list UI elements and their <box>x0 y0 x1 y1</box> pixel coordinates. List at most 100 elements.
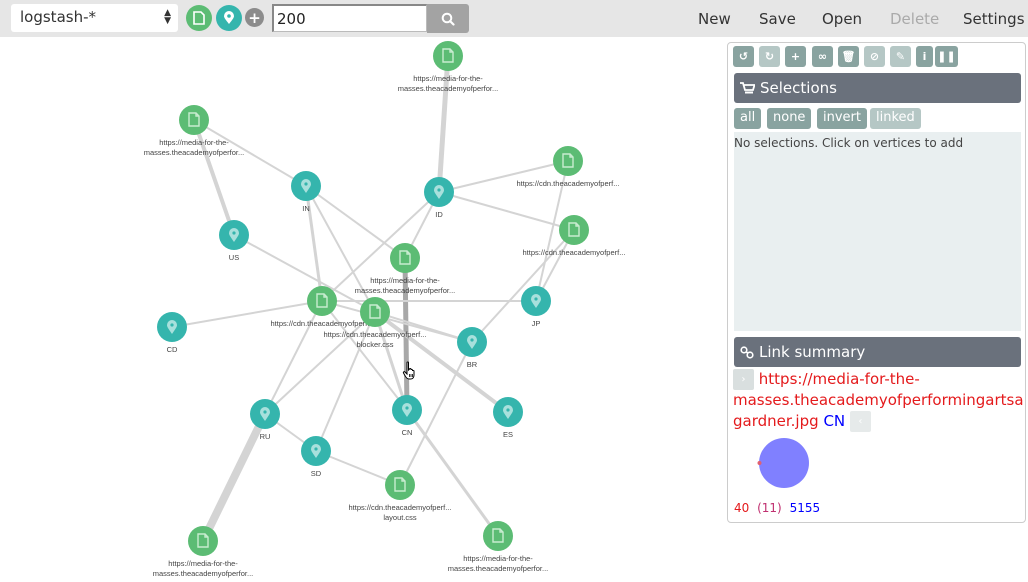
link-icon <box>740 345 754 359</box>
document-node[interactable]: https://media-for-the-masses.theacademyo… <box>448 521 548 573</box>
node-label: ES <box>503 430 513 439</box>
new-button[interactable]: New <box>698 10 731 28</box>
info-icon: i <box>922 50 927 63</box>
info-button[interactable]: i <box>916 46 933 67</box>
node-label: SD <box>311 469 322 478</box>
location-node[interactable]: CN <box>392 395 422 437</box>
settings-button[interactable]: Settings <box>963 10 1025 28</box>
node-circle[interactable] <box>179 105 209 135</box>
marker-dot <box>534 297 538 301</box>
link-button[interactable]: ∞ <box>812 46 833 67</box>
node-label-line2: masses.theacademyofperfor... <box>355 286 455 295</box>
location-node[interactable]: JP <box>521 286 551 328</box>
location-node[interactable]: CD <box>157 312 187 354</box>
graph-edge[interactable] <box>405 409 500 537</box>
side-panel: ↺ ↻ + ∞ 🗑 ⊘ ✎ i ❚❚ Selections all none invert li… <box>727 42 1026 523</box>
link-icon: ∞ <box>817 50 828 63</box>
node-circle[interactable] <box>483 521 513 551</box>
delete-button[interactable]: Delete <box>890 10 939 28</box>
select-target-button[interactable]: ‹ <box>849 411 871 432</box>
node-label: https://cdn.theacademyofperf... <box>324 330 427 339</box>
selections-title: Selections <box>760 79 837 97</box>
expand-button[interactable]: + <box>785 46 806 67</box>
graph-edge[interactable] <box>471 229 575 343</box>
shopping-cart-icon <box>740 81 755 93</box>
location-node[interactable]: US <box>219 220 249 262</box>
block-button[interactable]: ⊘ <box>864 46 885 67</box>
search-icon <box>441 12 455 26</box>
link-source-line1: https://media-for-the- <box>758 370 920 388</box>
graph-edge[interactable] <box>264 300 323 415</box>
index-pattern-select[interactable]: logstash-* ▲ ▼ <box>11 4 178 32</box>
search-input[interactable] <box>272 4 427 32</box>
trash-button[interactable]: 🗑 <box>838 46 859 67</box>
node-label: https://media-for-the- <box>370 276 440 285</box>
add-location-field-button[interactable] <box>216 5 242 31</box>
paint-brush-button[interactable]: ✎ <box>890 46 911 67</box>
select-invert-button[interactable]: invert <box>817 108 867 129</box>
document-node[interactable]: https://media-for-the-masses.theacademyo… <box>153 526 253 578</box>
select-none-button[interactable]: none <box>767 108 812 129</box>
select-source-button[interactable]: › <box>733 369 754 390</box>
target-count: 5155 <box>789 501 821 515</box>
link-counts: 40 (11) 5155 <box>734 501 820 515</box>
node-label: https://cdn.theacademyofperf... <box>349 503 452 512</box>
graph-edge[interactable] <box>305 185 406 259</box>
node-circle[interactable] <box>307 286 337 316</box>
node-circle[interactable] <box>559 215 589 245</box>
document-node[interactable]: https://cdn.theacademyofperf...layout.cs… <box>349 470 452 522</box>
venn-source-circle <box>757 461 762 465</box>
top-toolbar: logstash-* ▲▼ + New Save Open Delete Set… <box>0 0 1028 37</box>
marker-dot <box>470 338 474 342</box>
node-label: https://cdn.theacademyofperf... <box>271 319 374 328</box>
node-label-line2: blocker.css <box>356 340 393 349</box>
link-source-line2: masses.theacademyofperformingartsandscie <box>733 391 1023 409</box>
trash-icon: 🗑 <box>841 50 856 63</box>
select-arrows-icon: ▲ ▼ <box>164 8 171 26</box>
redo-button[interactable]: ↻ <box>759 46 780 67</box>
node-circle[interactable] <box>433 41 463 71</box>
document-node[interactable]: https://media-for-the-masses.theacademyo… <box>398 41 498 93</box>
document-node[interactable]: https://media-for-the-masses.theacademyo… <box>144 105 244 157</box>
marker-dot <box>232 231 236 235</box>
selections-header: Selections <box>734 73 1021 103</box>
map-marker-icon <box>224 11 234 24</box>
node-circle[interactable] <box>188 526 218 556</box>
select-linked-button[interactable]: linked <box>870 108 921 129</box>
document-node[interactable]: https://media-for-the-masses.theacademyo… <box>355 243 455 295</box>
marker-dot <box>263 410 267 414</box>
document-node[interactable]: https://cdn.theacademyofperf... <box>523 215 626 257</box>
search-button[interactable] <box>427 4 469 33</box>
graph-canvas[interactable]: https://media-for-the-masses.theacademyo… <box>0 37 725 582</box>
node-circle[interactable] <box>390 243 420 273</box>
graph-edge[interactable] <box>199 412 269 543</box>
location-node[interactable]: SD <box>301 436 331 478</box>
location-node[interactable]: ES <box>493 397 523 439</box>
node-circle[interactable] <box>385 470 415 500</box>
open-button[interactable]: Open <box>822 10 862 28</box>
add-field-button[interactable]: + <box>245 8 264 27</box>
document-node[interactable]: https://cdn.theacademyofperf... <box>517 146 620 188</box>
marker-dot <box>437 188 441 192</box>
link-summary-header: Link summary <box>734 337 1021 367</box>
selections-list: No selections. Click on vertices to add <box>734 132 1021 331</box>
marker-dot <box>304 182 308 186</box>
document-icon <box>193 11 205 25</box>
select-all-button[interactable]: all <box>734 108 762 129</box>
node-label: JP <box>532 319 541 328</box>
save-button[interactable]: Save <box>759 10 796 28</box>
node-label: https://media-for-the- <box>413 74 483 83</box>
node-label: BR <box>467 360 478 369</box>
pause-icon: ❚❚ <box>937 50 956 63</box>
node-label-line2: layout.css <box>383 513 417 522</box>
link-source-line3: gardner.jpg <box>733 412 819 430</box>
add-document-field-button[interactable] <box>186 5 212 31</box>
graph-edge[interactable] <box>373 310 510 414</box>
pause-button[interactable]: ❚❚ <box>935 46 958 67</box>
paint-brush-icon: ✎ <box>895 50 906 63</box>
undo-button[interactable]: ↺ <box>733 46 754 67</box>
graph-svg[interactable]: https://media-for-the-masses.theacademyo… <box>0 37 725 582</box>
node-circle[interactable] <box>360 297 390 327</box>
node-circle[interactable] <box>553 146 583 176</box>
source-count: 40 <box>734 501 750 515</box>
